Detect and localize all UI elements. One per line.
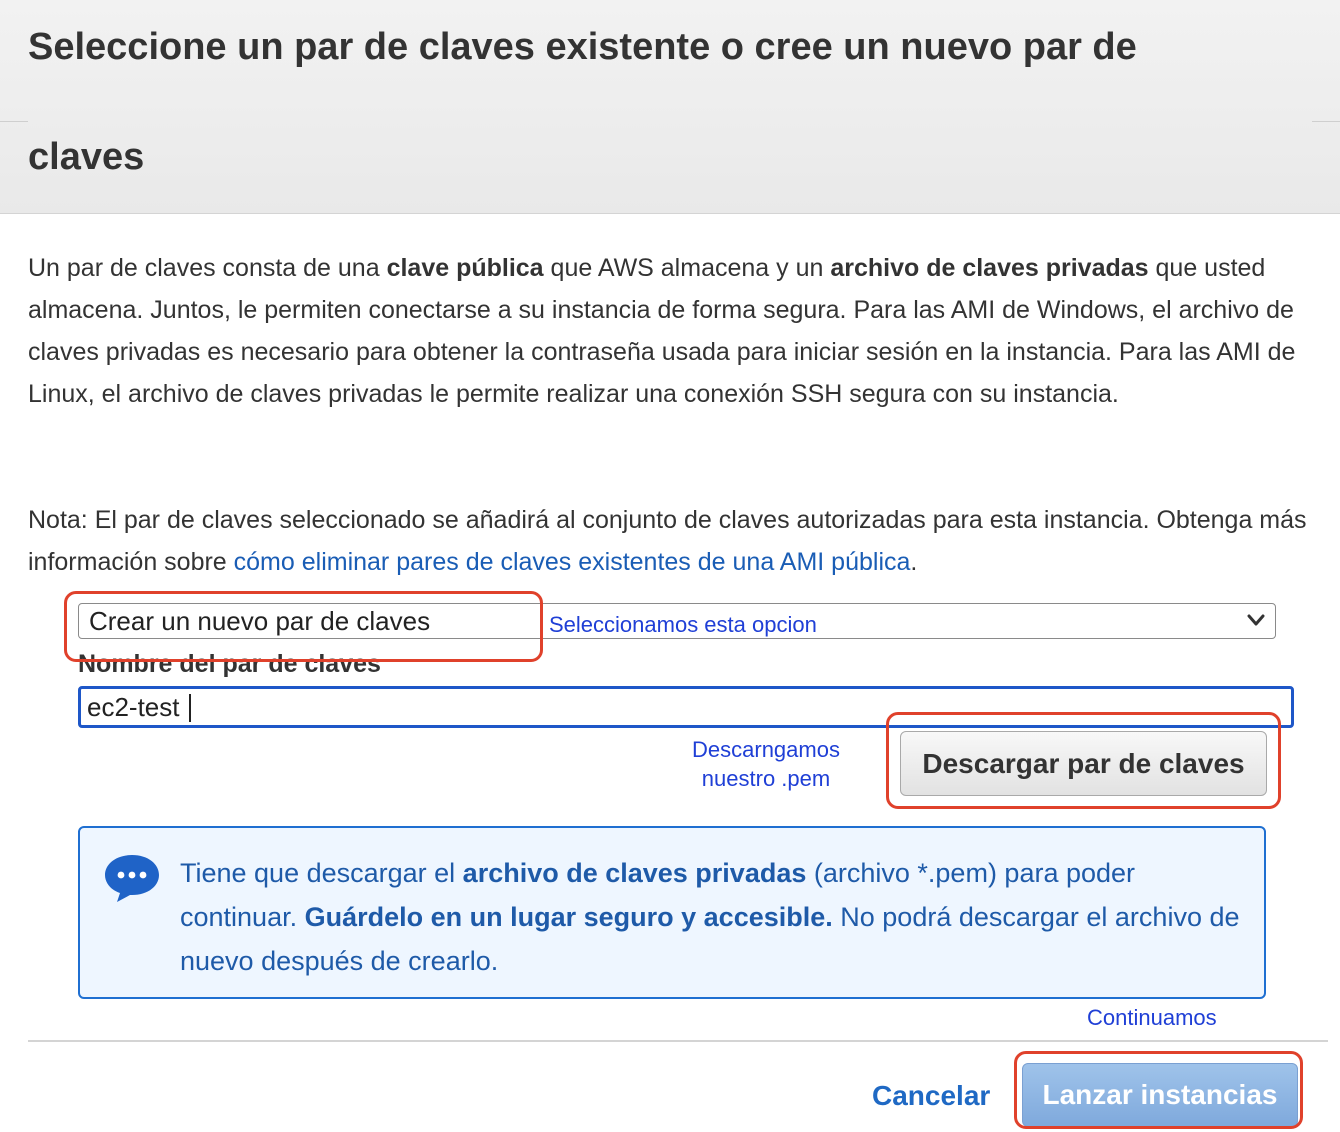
private-key-file-term: archivo de claves privadas bbox=[830, 254, 1149, 282]
info-message: Tiene que descargar el archivo de claves… bbox=[180, 858, 1240, 976]
header-rule-right bbox=[1312, 121, 1340, 122]
note-text: Nota: El par de claves seleccionado se a… bbox=[28, 506, 1307, 576]
keypair-name-value: ec2-test bbox=[87, 692, 180, 722]
chat-bubble-icon bbox=[105, 855, 159, 902]
annotation-select-option: Seleccionamos esta opcion bbox=[549, 612, 817, 637]
dialog-title-line2: claves bbox=[28, 136, 145, 178]
chevron-down-icon bbox=[1247, 614, 1265, 626]
remove-keypairs-link[interactable]: cómo eliminar pares de claves existentes… bbox=[234, 548, 911, 576]
keypair-description: Un par de claves consta de una clave púb… bbox=[28, 254, 1296, 408]
annotation-download: Descarngamos nuestro .pem bbox=[692, 737, 840, 791]
info-box: Tiene que descargar el archivo de claves… bbox=[78, 826, 1266, 999]
text-caret bbox=[189, 694, 191, 722]
cancel-button[interactable]: Cancelar bbox=[872, 1080, 990, 1112]
highlight-select bbox=[64, 591, 543, 662]
annotation-continue: Continuamos bbox=[1087, 1005, 1217, 1030]
highlight-download bbox=[886, 712, 1281, 809]
header-rule-left bbox=[0, 121, 28, 122]
footer-divider bbox=[28, 1040, 1328, 1042]
dialog-title-line1: Seleccione un par de claves existente o … bbox=[28, 26, 1137, 68]
public-key-term: clave pública bbox=[386, 254, 544, 282]
highlight-launch bbox=[1014, 1051, 1303, 1129]
dialog-header: Seleccione un par de claves existente o … bbox=[0, 0, 1340, 214]
